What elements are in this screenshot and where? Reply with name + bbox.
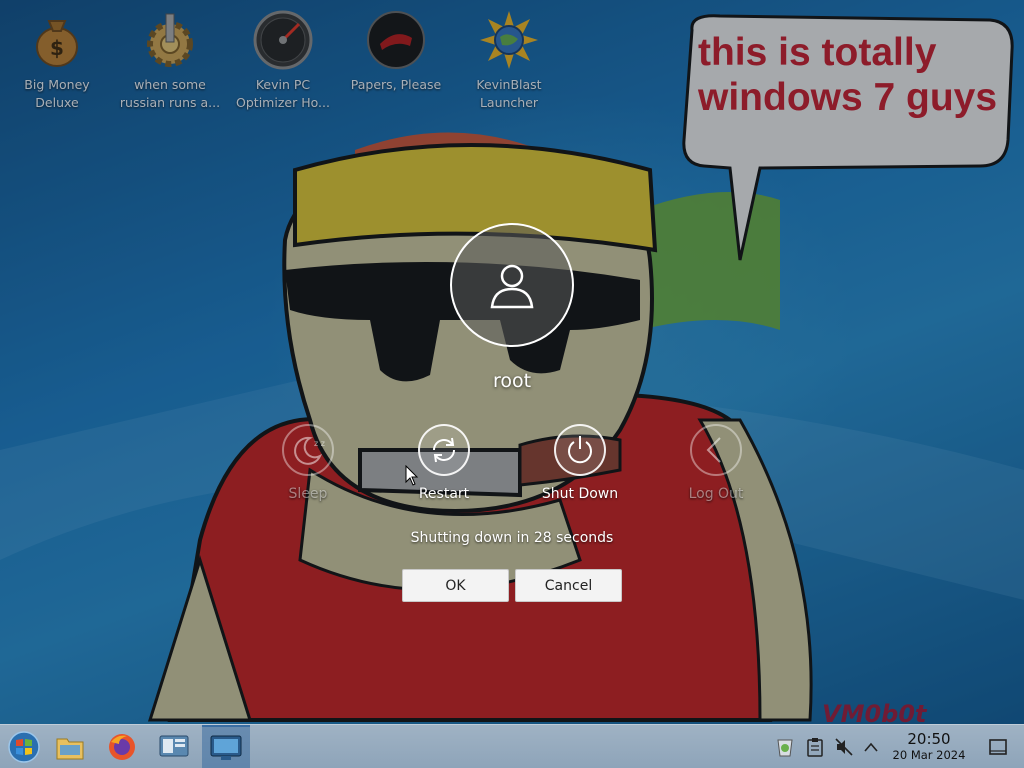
show-desktop-icon[interactable]	[986, 735, 1010, 759]
logout-overlay	[0, 0, 1024, 724]
clock[interactable]: 20:50 20 Mar 2024	[884, 730, 974, 762]
mouse-cursor-icon	[405, 465, 419, 486]
clipboard-icon[interactable]	[803, 735, 827, 759]
clock-time: 20:50	[907, 730, 951, 748]
svg-text:z z: z z	[314, 439, 325, 448]
restart-button[interactable]: Restart	[389, 424, 499, 502]
shut-down-label: Shut Down	[541, 486, 619, 502]
restart-icon	[418, 424, 470, 476]
desktop-switcher-button[interactable]	[202, 725, 250, 768]
file-manager-button[interactable]	[46, 725, 94, 768]
power-icon	[554, 424, 606, 476]
start-menu-icon	[8, 731, 40, 763]
tray-expand-icon[interactable]	[859, 735, 883, 759]
cancel-button[interactable]: Cancel	[515, 569, 622, 602]
sleep-icon: z z	[282, 424, 334, 476]
clock-date: 20 Mar 2024	[892, 748, 966, 762]
username-label: root	[492, 370, 532, 392]
firefox-button[interactable]	[98, 725, 146, 768]
user-icon	[490, 264, 534, 309]
updates-icon[interactable]	[773, 735, 797, 759]
file-manager-icon	[56, 738, 84, 760]
log-out-label: Log Out	[688, 486, 744, 502]
start-menu-button[interactable]	[0, 725, 48, 768]
system-settings-icon	[159, 735, 189, 757]
shutdown-countdown: Shutting down in 28 seconds	[410, 530, 614, 546]
log-out-button[interactable]: Log Out	[661, 424, 771, 502]
log-out-icon	[690, 424, 742, 476]
restart-label: Restart	[418, 486, 470, 502]
ok-button[interactable]: OK	[402, 569, 509, 602]
system-settings-button[interactable]	[150, 725, 198, 768]
firefox-icon	[109, 734, 135, 760]
desktop-switcher-icon	[210, 735, 242, 760]
volume-muted-icon[interactable]	[832, 735, 856, 759]
taskbar: 20:50 20 Mar 2024	[0, 724, 1024, 768]
user-avatar	[450, 223, 574, 347]
shut-down-button[interactable]: Shut Down	[525, 424, 635, 502]
sleep-button[interactable]: z z Sleep	[253, 424, 363, 502]
sleep-label: Sleep	[288, 486, 328, 502]
